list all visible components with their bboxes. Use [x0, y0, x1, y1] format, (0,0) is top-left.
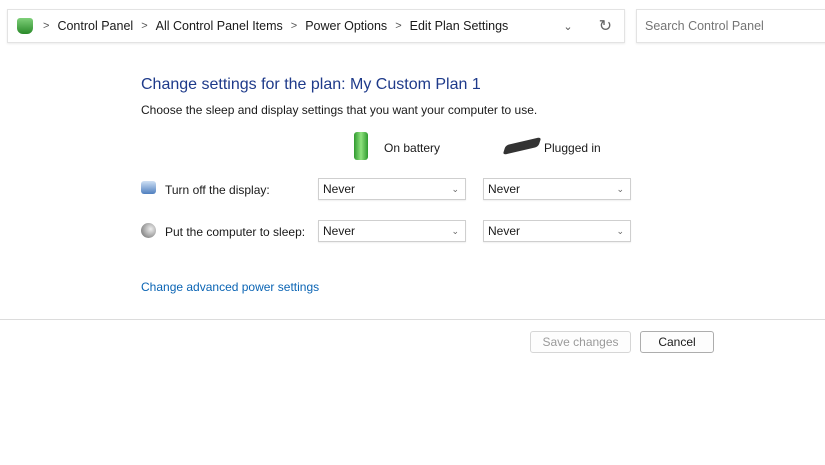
sleep-battery-select[interactable]: Never ⌄ — [318, 220, 466, 242]
history-dropdown-icon[interactable]: ⌄ — [563, 20, 572, 33]
display-row-label: Turn off the display: — [165, 183, 270, 197]
breadcrumb-control-panel[interactable]: Control Panel — [57, 19, 133, 33]
breadcrumb-separator: > — [290, 20, 298, 32]
power-options-icon — [17, 18, 33, 34]
save-changes-button[interactable]: Save changes — [530, 331, 631, 353]
select-value: Never — [488, 182, 521, 196]
advanced-settings-link[interactable]: Change advanced power settings — [141, 280, 319, 294]
breadcrumb-separator: > — [43, 20, 50, 32]
sleep-icon — [141, 223, 156, 238]
address-bar[interactable]: > Control Panel > All Control Panel Item… — [7, 9, 625, 43]
breadcrumb-separator: > — [141, 20, 148, 32]
breadcrumb-power-options[interactable]: Power Options — [305, 19, 387, 33]
breadcrumb-all-items[interactable]: All Control Panel Items — [156, 19, 283, 33]
search-input[interactable] — [636, 9, 825, 43]
display-icon — [141, 181, 156, 194]
breadcrumb-edit-plan[interactable]: Edit Plan Settings — [410, 19, 509, 33]
chevron-down-icon: ⌄ — [451, 225, 459, 236]
select-value: Never — [323, 224, 356, 238]
cancel-button[interactable]: Cancel — [640, 331, 714, 353]
display-plugged-select[interactable]: Never ⌄ — [483, 178, 631, 200]
battery-column-label: On battery — [384, 141, 441, 155]
divider — [0, 319, 825, 320]
sleep-row-label: Put the computer to sleep: — [165, 225, 306, 239]
chevron-down-icon: ⌄ — [616, 225, 624, 236]
breadcrumb-separator: > — [395, 20, 402, 32]
chevron-down-icon: ⌄ — [451, 183, 459, 194]
page-title: Change settings for the plan: My Custom … — [141, 76, 481, 93]
page-subtitle: Choose the sleep and display settings th… — [141, 103, 538, 117]
select-value: Never — [323, 182, 356, 196]
battery-icon — [354, 132, 368, 160]
plugged-column-label: Plugged in — [544, 141, 601, 155]
display-battery-select[interactable]: Never ⌄ — [318, 178, 466, 200]
chevron-down-icon: ⌄ — [616, 183, 624, 194]
sleep-plugged-select[interactable]: Never ⌄ — [483, 220, 631, 242]
select-value: Never — [488, 224, 521, 238]
plug-icon — [502, 137, 542, 155]
refresh-icon[interactable]: ↻ — [599, 16, 612, 36]
